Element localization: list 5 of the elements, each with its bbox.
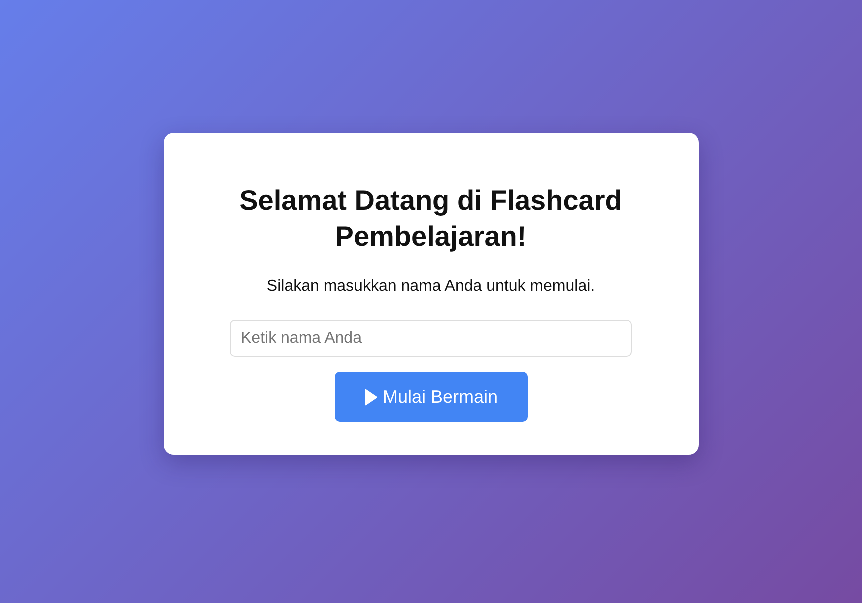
play-icon [364, 388, 378, 406]
welcome-subtitle: Silakan masukkan nama Anda untuk memulai. [266, 277, 596, 296]
welcome-heading: Selamat Datang di Flashcard Pembelajaran! [238, 184, 624, 254]
name-input-field[interactable]: Ketik nama Anda [230, 320, 632, 357]
start-button[interactable]: Mulai Bermain [334, 372, 528, 422]
